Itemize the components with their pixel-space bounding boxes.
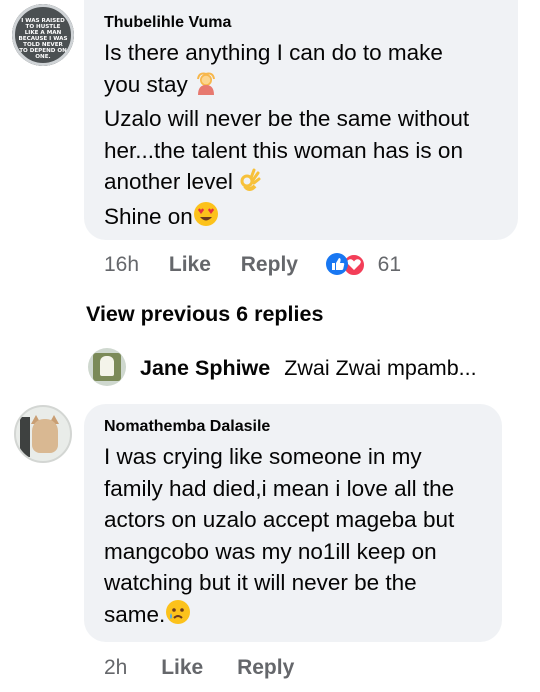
comment-author[interactable]: Thubelihle Vuma: [104, 14, 231, 32]
comment-line: you stay: [104, 71, 188, 97]
like-button[interactable]: Like: [169, 253, 211, 276]
heart-eyes-emoji: [193, 201, 219, 236]
reply-snippet: Zwai Zwai mpamb...: [284, 356, 477, 380]
like-reaction-icon: [325, 253, 348, 275]
comment-text: I was crying like someone in my family h…: [104, 441, 454, 633]
reply-author: Jane Sphiwe: [140, 356, 271, 380]
comment-meta: 2h Like Reply: [104, 656, 294, 680]
comment-line-with-emoji: another level: [104, 166, 469, 201]
reply-button[interactable]: Reply: [237, 656, 294, 679]
comment-author[interactable]: Nomathemba Dalasile: [104, 418, 270, 436]
avatar-thubelihle[interactable]: I WAS RAISED TO HUSTLE LIKE A MAN BECAUS…: [12, 4, 74, 66]
ok-hand-emoji: [239, 168, 261, 201]
comment-line: family had died,i mean i love all the: [104, 475, 455, 501]
comment-line: mangcobo was my no1ill keep on: [104, 538, 437, 564]
comment-bubble: Nomathemba Dalasile I was crying like so…: [84, 404, 502, 642]
comment-line: her...the talent this woman has is on: [104, 137, 463, 163]
comment-line-with-emoji: you stay: [104, 69, 469, 104]
view-previous-replies-link[interactable]: View previous 6 replies: [86, 302, 323, 327]
comment-line: actors on uzalo accept mageba but: [104, 507, 455, 532]
comment-line-with-emoji: same.: [104, 599, 454, 634]
comment-line: another level: [104, 169, 233, 194]
comment-line-with-emoji: Shine on: [104, 201, 469, 236]
comment-meta: 16h Like Reply 61: [104, 253, 401, 277]
woman-gesturing-ok-emoji: [194, 71, 218, 104]
reply-button[interactable]: Reply: [241, 253, 298, 276]
comment-line: Uzalo will never be the same without: [104, 106, 470, 131]
comment-line: watching but it will never be the: [104, 570, 417, 595]
comment-text: Is there anything I can do to make you s…: [104, 37, 469, 235]
comment-line: I was crying like someone in my: [104, 444, 422, 469]
reply-preview[interactable]: Jane Sphiwe Zwai Zwai mpamb...: [140, 356, 477, 381]
comment-bubble: Thubelihle Vuma Is there anything I can …: [84, 0, 518, 240]
comment-timestamp[interactable]: 16h: [104, 253, 139, 276]
reaction-count: 61: [377, 253, 401, 276]
avatar-jane-sphiwe[interactable]: [88, 348, 126, 386]
comment-line: same.: [104, 601, 166, 627]
crying-face-emoji: [165, 599, 191, 634]
comment-line: Is there anything I can do to make: [104, 40, 443, 65]
reactions-summary[interactable]: 61: [325, 253, 401, 277]
avatar-nomathemba[interactable]: [14, 405, 72, 463]
comment-line: Shine on: [104, 203, 193, 229]
like-button[interactable]: Like: [161, 656, 203, 679]
comment-timestamp[interactable]: 2h: [104, 656, 127, 679]
